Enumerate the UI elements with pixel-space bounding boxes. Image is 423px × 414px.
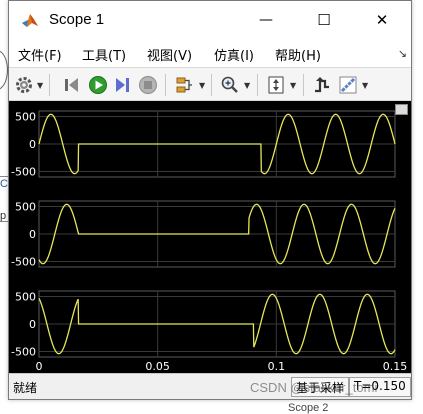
ytick-label-3-1: 0 (29, 318, 36, 331)
ytick-label-2-2: -500 (11, 256, 36, 269)
menu-file[interactable]: 文件(F) (18, 45, 62, 64)
measurements-button[interactable] (337, 74, 359, 96)
scope-window: Scope 1 — ☐ ✕ 文件(F) 工具(T) 视图(V) 仿真(I) 帮助… (8, 0, 412, 400)
menu-help[interactable]: 帮助(H) (275, 45, 321, 64)
settings-dropdown-arrow-icon[interactable]: ▼ (37, 81, 43, 90)
matlab-logo-icon (22, 14, 38, 27)
xtick-label-1: 0.05 (145, 360, 170, 373)
xtick-label-0: 0 (36, 360, 43, 373)
close-button[interactable]: ✕ (353, 1, 411, 39)
triggers-icon (315, 77, 329, 93)
maximize-icon: ☐ (317, 11, 331, 29)
settings-icon (16, 77, 32, 93)
step-forward-icon (116, 78, 129, 92)
autoscale-button[interactable] (265, 74, 287, 96)
settings-button[interactable] (13, 74, 35, 96)
menu-simulation[interactable]: 仿真(I) (214, 45, 254, 64)
scope-display[interactable]: 500 0 -500 500 0 -500 500 0 -500 0 0.05 0.1 0.15 (9, 101, 411, 373)
close-icon: ✕ (375, 11, 389, 29)
menu-bar: 文件(F) 工具(T) 视图(V) 仿真(I) 帮助(H) ↘ (9, 39, 411, 67)
highlight-block-button[interactable] (173, 74, 195, 96)
xtick-label-2: 0.1 (268, 360, 286, 373)
ytick-label-3-0: 500 (15, 291, 36, 304)
ytick-label-3-2: -500 (11, 346, 36, 359)
autoscale-dropdown-arrow-icon[interactable]: ▼ (290, 81, 296, 90)
background-text-fragment-2: p (0, 210, 7, 222)
stop-icon (139, 76, 157, 94)
watermark: CSDN @stacker_tomi (250, 380, 378, 395)
window-title: Scope 1 (49, 11, 105, 28)
zoom-button[interactable] (219, 74, 241, 96)
background-window-label: Scope 2 (288, 402, 329, 414)
maximize-button[interactable]: ☐ (295, 1, 353, 39)
highlight-dropdown-arrow-icon[interactable]: ▼ (199, 81, 205, 90)
menu-tools[interactable]: 工具(T) (82, 45, 126, 64)
zoom-dropdown-arrow-icon[interactable]: ▼ (244, 81, 250, 90)
ytick-label-2-0: 500 (15, 201, 36, 214)
highlight-block-icon (176, 77, 192, 93)
ytick-label-1-2: -500 (11, 166, 36, 179)
undock-icon[interactable] (395, 104, 408, 115)
pin-icon[interactable]: ↘ (398, 47, 407, 60)
minimize-icon: — (259, 12, 273, 28)
restore-button[interactable] (61, 74, 83, 96)
triggers-button[interactable] (311, 74, 333, 96)
ytick-label-1-0: 500 (15, 111, 36, 124)
ytick-label-2-1: 0 (29, 228, 36, 241)
ytick-label-1-1: 0 (29, 138, 36, 151)
run-icon (89, 76, 107, 94)
minimize-button[interactable]: — (237, 1, 295, 39)
run-button[interactable] (87, 74, 109, 96)
title-bar[interactable]: Scope 1 — ☐ ✕ (9, 1, 411, 39)
measurements-dropdown-arrow-icon[interactable]: ▼ (362, 81, 368, 90)
background-block-fragment (0, 50, 8, 90)
step-forward-button[interactable] (112, 74, 134, 96)
measurements-icon (339, 76, 357, 94)
scope-plot: 5000-5005000-5005000-5000 0.05 0.1 0.15 (11, 110, 408, 373)
status-text: 就绪 (13, 381, 38, 395)
stop-button[interactable] (137, 74, 159, 96)
toolbar: ▼ ▼ ▼ ▼ ▼ (9, 67, 411, 101)
autoscale-icon (268, 76, 284, 94)
restore-icon (65, 78, 78, 92)
menu-view[interactable]: 视图(V) (147, 45, 192, 64)
xtick-label-3: 0.15 (383, 360, 408, 373)
zoom-icon (221, 76, 238, 93)
